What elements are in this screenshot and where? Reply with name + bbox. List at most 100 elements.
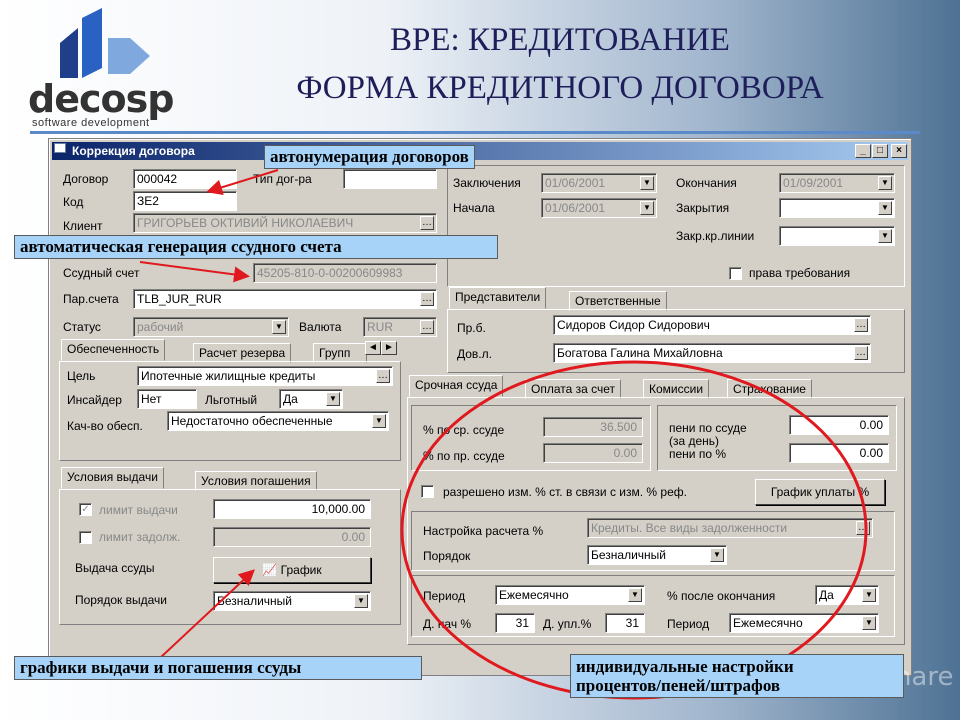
- peni-field[interactable]: 0.00: [789, 415, 889, 435]
- peni-label: пени по ссуде: [669, 421, 747, 435]
- valuta-field[interactable]: RUR: [363, 317, 437, 337]
- status-select[interactable]: рабочий: [133, 317, 289, 337]
- klient-lookup-button[interactable]: [420, 216, 434, 230]
- close-button[interactable]: ×: [891, 144, 907, 158]
- tip-field[interactable]: [343, 169, 437, 189]
- grafik-uplaty-button[interactable]: График уплаты %: [755, 479, 885, 505]
- ssudny-field: 45205-810-0-00200609983: [253, 263, 437, 283]
- logo-wordmark: decosp: [28, 77, 174, 121]
- tab-komissii[interactable]: Комиссии: [643, 379, 710, 399]
- zakrkr-date-dropdown[interactable]: [878, 229, 892, 243]
- zakr-date-dropdown[interactable]: [878, 201, 892, 215]
- cel-label: Цель: [67, 369, 96, 383]
- zakrkr-date-field[interactable]: [779, 226, 895, 246]
- pb-lookup-button[interactable]: [854, 318, 868, 332]
- dnach-field[interactable]: 31: [495, 613, 535, 633]
- period-dropdown-arrow[interactable]: [628, 588, 642, 602]
- zakl-date-field[interactable]: 01/06/2001: [541, 173, 657, 193]
- nach-date-field[interactable]: 01/06/2001: [541, 198, 657, 218]
- posle-dropdown-arrow[interactable]: [862, 588, 876, 602]
- nastr-field[interactable]: Кредиты. Все виды задолженности: [587, 518, 873, 538]
- period2-label: Период: [667, 617, 710, 631]
- par-lookup-button[interactable]: [420, 292, 434, 306]
- tab-grupp[interactable]: Групп: [313, 343, 367, 363]
- callout-individual-line-2: процентов/пеней/штрафов: [576, 676, 781, 695]
- window-titlebar[interactable]: Коррекция договора: [52, 142, 908, 160]
- tab-scroll-left-button[interactable]: ◄: [365, 341, 381, 355]
- allow-change-label: разрешено изм. % ст. в связи с изм. % ре…: [443, 485, 687, 499]
- kach-select[interactable]: Недостаточно обеспеченные: [167, 411, 389, 431]
- okonch-label: Окончания: [676, 176, 737, 190]
- callout-autogen: автоматическая генерация ссудного счета: [14, 235, 498, 259]
- tab-responsible[interactable]: Ответственные: [569, 291, 667, 311]
- pb-label: Пр.б.: [457, 321, 486, 335]
- tab-srochnaya-ssuda[interactable]: Срочная ссуда: [409, 375, 504, 397]
- nastr-lookup-button[interactable]: [856, 521, 870, 535]
- tab-obespechennost[interactable]: Обеспеченность: [61, 339, 166, 361]
- pct-sr-field[interactable]: 36.500: [543, 417, 643, 437]
- par-label: Пар.счета: [63, 292, 119, 306]
- valuta-lookup-button[interactable]: [420, 320, 434, 334]
- kach-dropdown-arrow[interactable]: [372, 414, 386, 428]
- nach-date-dropdown[interactable]: [640, 201, 654, 215]
- kod-field[interactable]: ЗЕ2: [133, 191, 237, 211]
- limit-field[interactable]: 10,000.00: [213, 499, 371, 519]
- za-den-label: (за день): [669, 434, 720, 448]
- tab-usloviya-pogasheniya[interactable]: Условия погашения: [195, 471, 317, 491]
- poryadok-vydachi-label: Порядок выдачи: [75, 593, 167, 607]
- zakr-date-field[interactable]: [779, 198, 895, 218]
- grafik-button[interactable]: 📈 График: [213, 557, 371, 583]
- slide-title-line-2: ФОРМА КРЕДИТНОГО ДОГОВОРА: [296, 70, 824, 106]
- dovl-field[interactable]: Богатова Галина Михайловна: [553, 343, 871, 363]
- callout-individual: индивидуальные настройки процентов/пеней…: [570, 654, 904, 698]
- lgot-dropdown-arrow[interactable]: [326, 392, 340, 406]
- status-label: Статус: [63, 320, 101, 334]
- grafik-button-label: График: [280, 563, 322, 577]
- status-dropdown-arrow[interactable]: [272, 320, 286, 334]
- zakl-date-dropdown[interactable]: [640, 176, 654, 190]
- period-label: Период: [423, 589, 466, 603]
- tab-representatives[interactable]: Представители: [449, 287, 547, 309]
- tab-strakhovanie[interactable]: Страхование: [727, 379, 812, 399]
- period2-select[interactable]: Ежемесячно: [729, 613, 879, 633]
- limit-label: лимит выдачи: [99, 503, 178, 517]
- callout-autonum: автонумерация договоров: [264, 145, 475, 169]
- zadolzh-checkbox[interactable]: [79, 531, 92, 544]
- allow-change-checkbox[interactable]: [421, 485, 434, 498]
- prava-checkbox[interactable]: [729, 267, 742, 280]
- minimize-button[interactable]: _: [855, 144, 871, 158]
- zadolzh-field[interactable]: 0.00: [213, 527, 371, 547]
- okonch-date-dropdown[interactable]: [878, 176, 892, 190]
- dogovor-label: Договор: [63, 172, 109, 186]
- okonch-date-field[interactable]: 01/09/2001: [779, 173, 895, 193]
- klient-field[interactable]: ГРИГОРЬЕВ ОКТИВИЙ НИКОЛАЕВИЧ: [133, 213, 437, 233]
- period-select[interactable]: Ежемесячно: [495, 585, 645, 605]
- pct-pr-field[interactable]: 0.00: [543, 443, 643, 463]
- par-value: TLB_JUR_RUR: [137, 292, 222, 306]
- tab-scroll-right-button[interactable]: ►: [381, 341, 397, 355]
- posle-select[interactable]: Да: [815, 585, 879, 605]
- tab-raschet-rezerva[interactable]: Расчет резерва: [193, 343, 292, 363]
- zakl-label: Заключения: [453, 176, 521, 190]
- tab-usloviya-vydachi[interactable]: Условия выдачи: [61, 467, 164, 489]
- poryadok-select[interactable]: Безналичный: [587, 545, 727, 565]
- cel-field[interactable]: Ипотечные жилищные кредиты: [137, 366, 393, 386]
- maximize-button[interactable]: □: [872, 144, 888, 158]
- par-field[interactable]: TLB_JUR_RUR: [133, 289, 437, 309]
- tab-oplata-za-schet[interactable]: Оплата за счет: [525, 379, 622, 399]
- dovl-lookup-button[interactable]: [854, 346, 868, 360]
- peni-pct-field[interactable]: 0.00: [789, 443, 889, 463]
- pb-field[interactable]: Сидоров Сидор Сидорович: [553, 315, 871, 335]
- limit-checkbox[interactable]: ✓: [79, 503, 92, 516]
- dupl-field[interactable]: 31: [605, 613, 645, 633]
- period2-dropdown-arrow[interactable]: [862, 616, 876, 630]
- poryadok-vydachi-dropdown-arrow[interactable]: [354, 594, 368, 608]
- poryadok-vydachi-value: Безналичный: [217, 594, 292, 608]
- dogovor-field[interactable]: 000042: [133, 169, 237, 189]
- lgot-select[interactable]: Да: [279, 389, 343, 409]
- period2-value: Ежемесячно: [733, 616, 803, 630]
- poryadok-vydachi-select[interactable]: Безналичный: [213, 591, 371, 611]
- insider-field[interactable]: Нет: [137, 389, 197, 409]
- poryadok-dropdown-arrow[interactable]: [710, 548, 724, 562]
- cel-lookup-button[interactable]: [376, 369, 390, 383]
